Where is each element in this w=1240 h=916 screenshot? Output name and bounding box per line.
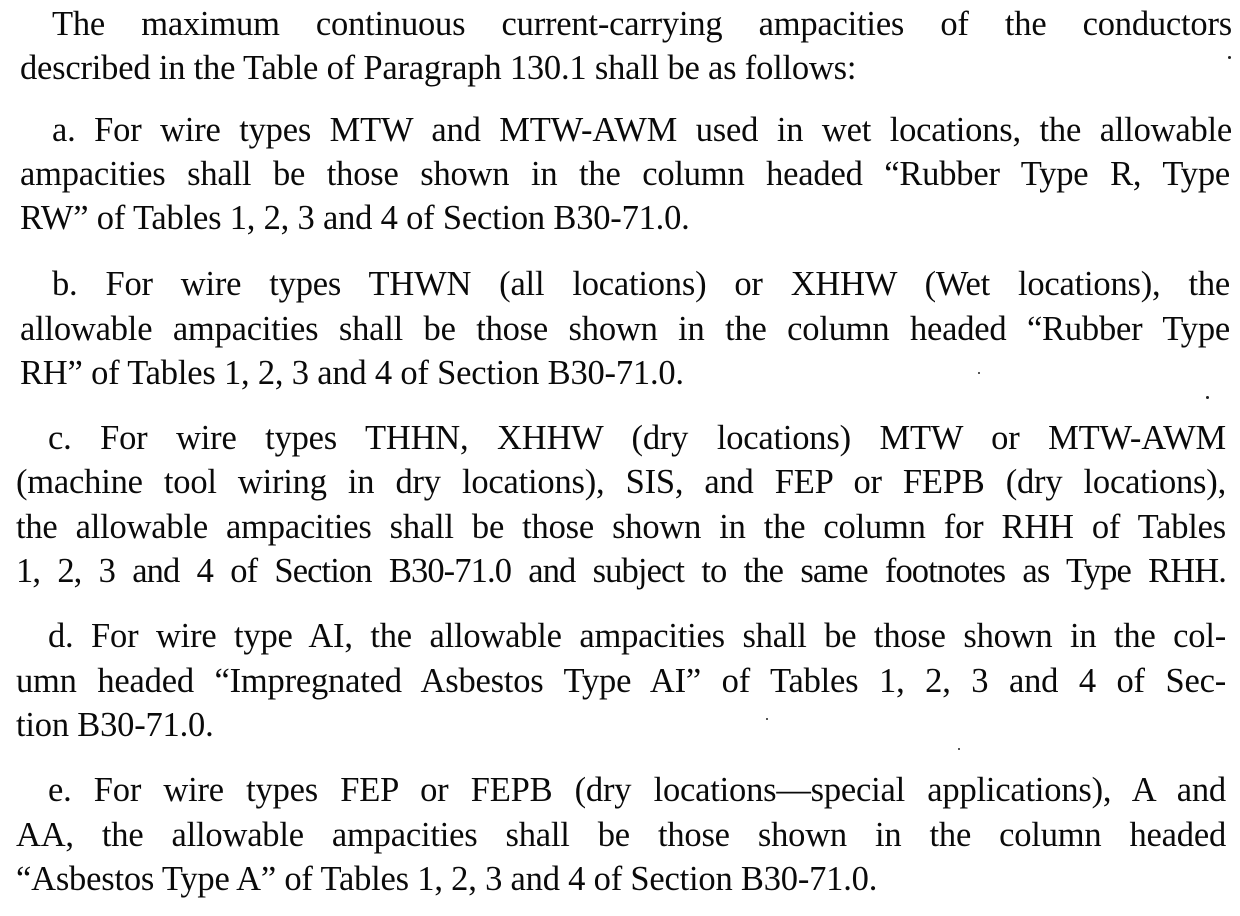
scan-speck [958, 748, 960, 750]
intro-line-1: The maximum continuous current-carrying … [52, 5, 1232, 43]
intro-line-2: described in the Table of Paragraph 130.… [20, 49, 857, 87]
item-c-line-4: 1, 2, 3 and 4 of Section B30-71.0 and su… [16, 552, 1227, 590]
item-e-line-3: “Asbestos Type A” of Tables 1, 2, 3 and … [16, 860, 878, 898]
item-b-line-2: allowable ampacities shall be those show… [20, 310, 1230, 348]
scan-speck [1228, 56, 1231, 59]
scan-speck [1206, 396, 1209, 399]
scan-speck [766, 718, 768, 720]
item-e-line-2: AA, the allowable ampacities shall be th… [16, 816, 1226, 854]
item-c-line-3: the allowable ampacities shall be those … [16, 508, 1226, 546]
item-d-line-2: umn headed “Impregnated Asbestos Type AI… [16, 662, 1226, 700]
item-a-line-3: RW” of Tables 1, 2, 3 and 4 of Section B… [20, 199, 690, 237]
item-c-line-1: c. For wire types THHN, XHHW (dry locati… [48, 419, 1226, 457]
item-e-line-1: e. For wire types FEP or FEPB (dry locat… [48, 771, 1226, 809]
item-a-line-1: a. For wire types MTW and MTW-AWM used i… [52, 111, 1232, 149]
item-c-line-2: (machine tool wiring in dry locations), … [16, 463, 1226, 501]
item-b-line-3: RH” of Tables 1, 2, 3 and 4 of Section B… [20, 354, 684, 392]
scanned-document-page: The maximum continuous current-carrying … [0, 0, 1240, 916]
scan-speck [978, 372, 980, 374]
item-d-line-1: d. For wire type AI, the allowable ampac… [48, 617, 1226, 655]
item-d-line-3: tion B30-71.0. [16, 706, 214, 744]
item-b-line-1: b. For wire types THWN (all locations) o… [52, 265, 1230, 303]
item-a-line-2: ampacities shall be those shown in the c… [20, 155, 1230, 193]
